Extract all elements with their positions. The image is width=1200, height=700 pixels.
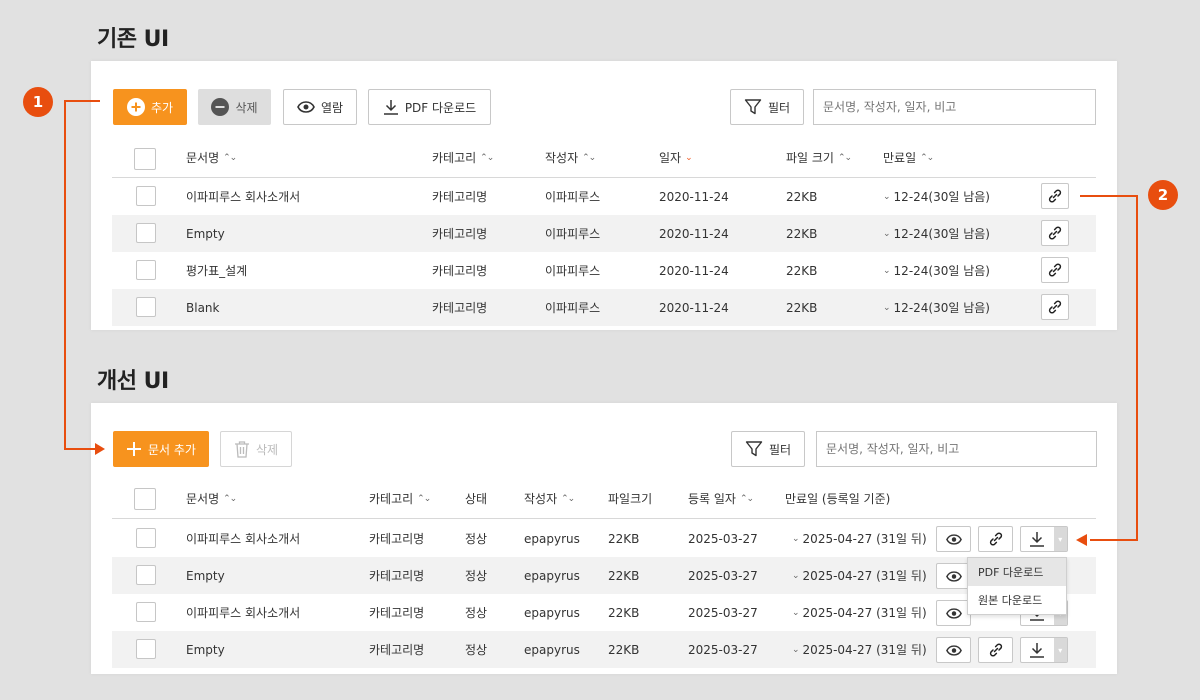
- arrowhead-2-icon: [1076, 534, 1087, 546]
- annotation-badge-2: 2: [1148, 180, 1178, 210]
- connector-line-2: [1080, 195, 1138, 541]
- annotation-connectors: [64, 100, 1138, 546]
- arrowhead-1-icon: [95, 443, 105, 455]
- connector-line-1: [64, 100, 100, 450]
- annotation-badge-1: 1: [23, 87, 53, 117]
